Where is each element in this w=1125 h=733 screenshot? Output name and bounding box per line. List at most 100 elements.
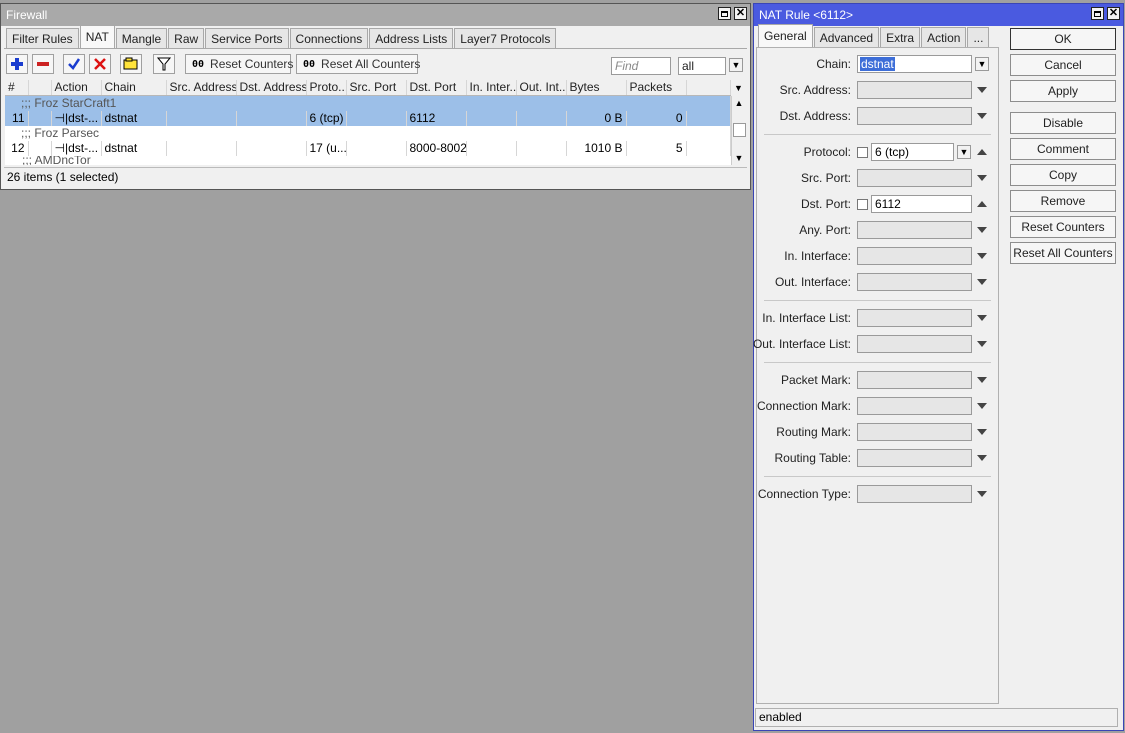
col-flags[interactable] bbox=[28, 80, 52, 96]
remove-button[interactable]: Remove bbox=[1010, 190, 1116, 212]
protocol-negate-checkbox[interactable] bbox=[857, 147, 868, 158]
src-port-field[interactable] bbox=[857, 169, 972, 187]
table-comment-row[interactable]: ;;; Froz StarCraft1 bbox=[5, 95, 731, 111]
comment-text: ;;; Froz StarCraft1 bbox=[5, 95, 731, 111]
dst-address-field[interactable] bbox=[857, 107, 972, 125]
in-interface-field[interactable] bbox=[857, 247, 972, 265]
chain-dropdown-icon[interactable]: ▼ bbox=[975, 57, 989, 71]
maximize-icon[interactable] bbox=[1091, 7, 1104, 20]
connection-type-field[interactable] bbox=[857, 485, 972, 503]
copy-button[interactable]: Copy bbox=[1010, 164, 1116, 186]
cell-flags bbox=[28, 141, 52, 156]
separator bbox=[764, 362, 991, 363]
tab-address-lists[interactable]: Address Lists bbox=[369, 28, 454, 48]
chain-value: dstnat bbox=[860, 57, 895, 71]
remove-button[interactable] bbox=[32, 54, 54, 74]
chain-field[interactable]: dstnat bbox=[857, 55, 972, 73]
table-row[interactable]: 11 ⊣|dst-... dstnat 6 (tcp) 6112 0 B 0 bbox=[5, 111, 731, 126]
tab-general[interactable]: General bbox=[758, 24, 813, 47]
routing-table-field[interactable] bbox=[857, 449, 972, 467]
cell-protocol: 17 (u... bbox=[306, 141, 347, 156]
src-address-field[interactable] bbox=[857, 81, 972, 99]
filter-icon bbox=[157, 57, 171, 71]
dst-port-collapse-icon[interactable] bbox=[977, 201, 987, 207]
filter-button[interactable] bbox=[153, 54, 175, 74]
ok-button[interactable]: OK bbox=[1010, 28, 1116, 50]
dst-address-arrow-icon[interactable] bbox=[977, 113, 987, 119]
comment-button[interactable]: Comment bbox=[1010, 138, 1116, 160]
col-src-address[interactable]: Src. Address bbox=[166, 80, 237, 96]
col-in-interface[interactable]: In. Inter... bbox=[466, 80, 517, 96]
find-input[interactable]: Find bbox=[611, 57, 671, 75]
src-port-arrow-icon[interactable] bbox=[977, 175, 987, 181]
enable-button[interactable] bbox=[63, 54, 85, 74]
scroll-thumb[interactable] bbox=[733, 123, 746, 137]
out-interface-arrow-icon[interactable] bbox=[977, 279, 987, 285]
out-interface-field[interactable] bbox=[857, 273, 972, 291]
routing-mark-arrow-icon[interactable] bbox=[977, 429, 987, 435]
firewall-titlebar[interactable]: Firewall ✕ bbox=[1, 4, 750, 26]
packet-mark-field[interactable] bbox=[857, 371, 972, 389]
disable-button[interactable]: Disable bbox=[1010, 112, 1116, 134]
nat-rule-titlebar[interactable]: NAT Rule <6112> ✕ bbox=[754, 4, 1123, 26]
apply-button[interactable]: Apply bbox=[1010, 80, 1116, 102]
reset-counters-button[interactable]: 00 Reset Counters bbox=[185, 54, 293, 74]
protocol-dropdown-icon[interactable]: ▼ bbox=[957, 145, 971, 159]
in-interface-list-arrow-icon[interactable] bbox=[977, 315, 987, 321]
any-port-field[interactable] bbox=[857, 221, 972, 239]
tab-connections[interactable]: Connections bbox=[289, 28, 369, 48]
col-dst-address[interactable]: Dst. Address bbox=[236, 80, 307, 96]
tab-raw[interactable]: Raw bbox=[168, 28, 205, 48]
tab-extra[interactable]: Extra bbox=[880, 27, 921, 47]
routing-table-arrow-icon[interactable] bbox=[977, 455, 987, 461]
tab-layer7-protocols[interactable]: Layer7 Protocols bbox=[454, 28, 557, 48]
dst-port-negate-checkbox[interactable] bbox=[857, 199, 868, 210]
src-address-arrow-icon[interactable] bbox=[977, 87, 987, 93]
col-packets[interactable]: Packets bbox=[626, 80, 687, 96]
col-dst-port[interactable]: Dst. Port bbox=[406, 80, 467, 96]
scroll-up-icon[interactable]: ▲ bbox=[732, 98, 746, 108]
in-interface-list-field[interactable] bbox=[857, 309, 972, 327]
packet-mark-arrow-icon[interactable] bbox=[977, 377, 987, 383]
col-protocol[interactable]: Proto... bbox=[306, 80, 347, 96]
item-count: 26 items (1 selected) bbox=[7, 170, 119, 184]
reset-all-counters-button[interactable]: 00 Reset All Counters bbox=[296, 54, 420, 74]
dst-port-field[interactable]: 6112 bbox=[871, 195, 972, 213]
tab-filter-rules[interactable]: Filter Rules bbox=[6, 28, 79, 48]
tab-service-ports[interactable]: Service Ports bbox=[205, 28, 289, 48]
col-src-port[interactable]: Src. Port bbox=[346, 80, 407, 96]
tab-action[interactable]: Action bbox=[921, 27, 967, 47]
col-chain[interactable]: Chain bbox=[101, 80, 167, 96]
tab-nat[interactable]: NAT bbox=[79, 25, 115, 48]
table-comment-row[interactable]: ;;; Froz Parsec bbox=[5, 126, 731, 141]
col-number[interactable]: # bbox=[5, 80, 29, 96]
any-port-arrow-icon[interactable] bbox=[977, 227, 987, 233]
maximize-icon[interactable] bbox=[718, 7, 731, 20]
tab-advanced[interactable]: Advanced bbox=[813, 27, 880, 47]
col-bytes[interactable]: Bytes bbox=[566, 80, 627, 96]
connection-mark-arrow-icon[interactable] bbox=[977, 403, 987, 409]
out-interface-list-field[interactable] bbox=[857, 335, 972, 353]
connection-type-arrow-icon[interactable] bbox=[977, 491, 987, 497]
filter-select[interactable]: all bbox=[678, 57, 726, 75]
col-out-interface[interactable]: Out. Int... bbox=[516, 80, 567, 96]
connection-mark-field[interactable] bbox=[857, 397, 972, 415]
cancel-button[interactable]: Cancel bbox=[1010, 54, 1116, 76]
reset-counters-button[interactable]: Reset Counters bbox=[1010, 216, 1116, 238]
comment-button[interactable] bbox=[120, 54, 142, 74]
tab-mangle[interactable]: Mangle bbox=[115, 28, 168, 48]
cell-dst-address bbox=[236, 141, 307, 156]
add-button[interactable] bbox=[6, 54, 28, 74]
disable-button[interactable] bbox=[89, 54, 111, 74]
routing-mark-field[interactable] bbox=[857, 423, 972, 441]
out-interface-list-arrow-icon[interactable] bbox=[977, 341, 987, 347]
in-interface-arrow-icon[interactable] bbox=[977, 253, 987, 259]
tab-more[interactable]: ... bbox=[967, 27, 990, 47]
table-row[interactable]: 12 ⊣|dst-... dstnat 17 (u... 8000-8002 1… bbox=[5, 141, 731, 156]
close-icon[interactable]: ✕ bbox=[1107, 7, 1120, 20]
col-action[interactable]: Action bbox=[51, 80, 102, 96]
reset-all-counters-button[interactable]: Reset All Counters bbox=[1010, 242, 1116, 264]
close-icon[interactable]: ✕ bbox=[734, 7, 747, 20]
protocol-collapse-icon[interactable] bbox=[977, 149, 987, 155]
protocol-field[interactable]: 6 (tcp) bbox=[871, 143, 954, 161]
